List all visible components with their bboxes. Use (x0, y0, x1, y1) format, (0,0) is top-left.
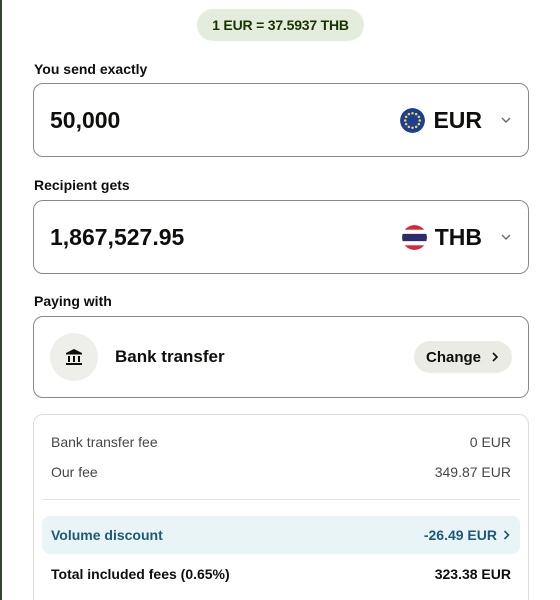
thailand-flag-icon (401, 224, 427, 250)
receive-amount-field[interactable]: 1,867,527.95 THB (33, 200, 529, 274)
total-fees-label: Total included fees (0.65%) (51, 566, 230, 582)
fee-row-bank-transfer: Bank transfer fee 0 EUR (51, 434, 511, 450)
send-currency-code: EUR (433, 106, 482, 133)
window-edge (0, 0, 2, 600)
exchange-rate-badge: 1 EUR = 37.5937 THB (197, 9, 364, 41)
bank-icon (66, 349, 82, 365)
receive-amount-input[interactable]: 1,867,527.95 (50, 224, 402, 251)
discount-value: -26.49 EUR (423, 527, 497, 543)
eu-flag-icon (400, 107, 426, 133)
send-label: You send exactly (34, 61, 148, 77)
fee-value: 349.87 EUR (434, 464, 511, 480)
chevron-right-icon (503, 530, 510, 540)
fees-summary-card: Bank transfer fee 0 EUR Our fee 349.87 E… (33, 414, 529, 600)
fee-row-our-fee: Our fee 349.87 EUR (51, 464, 511, 480)
fee-label: Our fee (51, 464, 98, 480)
chevron-right-icon (492, 352, 499, 362)
change-button-label: Change (425, 348, 481, 366)
chevron-down-icon (501, 117, 511, 123)
send-currency-selector[interactable]: EUR (400, 107, 512, 134)
send-amount-input[interactable]: 50,000 (50, 107, 400, 134)
total-fees-value: 323.38 EUR (434, 566, 511, 582)
fees-divider (42, 499, 520, 500)
fee-label: Bank transfer fee (51, 434, 158, 450)
discount-label: Volume discount (51, 527, 163, 543)
bank-icon-wrapper (50, 333, 98, 381)
discount-value-group: -26.49 EUR (424, 527, 511, 543)
exchange-rate-text: 1 EUR = 37.5937 THB (212, 17, 349, 33)
total-fees-row: Total included fees (0.65%) 323.38 EUR (51, 566, 511, 582)
chevron-down-icon (501, 234, 511, 240)
receive-currency-selector[interactable]: THB (401, 223, 512, 251)
payment-method-label: Bank transfer (115, 347, 225, 366)
fee-value: 0 EUR (469, 434, 511, 450)
send-amount-field[interactable]: 50,000 EUR (33, 83, 529, 157)
volume-discount-row[interactable]: Volume discount -26.49 EUR (42, 516, 520, 554)
receive-label: Recipient gets (34, 177, 130, 193)
change-payment-button[interactable]: Change (413, 341, 512, 373)
payment-method-card: Bank transfer Change (33, 316, 529, 398)
paying-label: Paying with (34, 293, 112, 309)
receive-currency-code: THB (434, 223, 482, 250)
